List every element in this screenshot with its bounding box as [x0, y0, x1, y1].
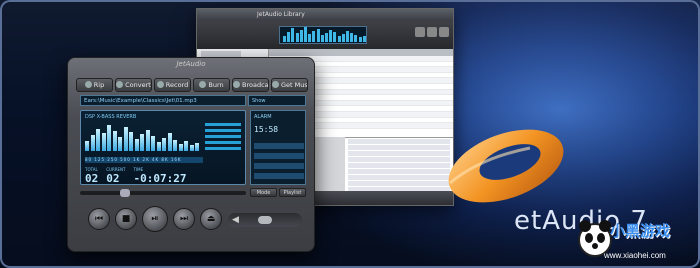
- image-frame: [0, 0, 700, 268]
